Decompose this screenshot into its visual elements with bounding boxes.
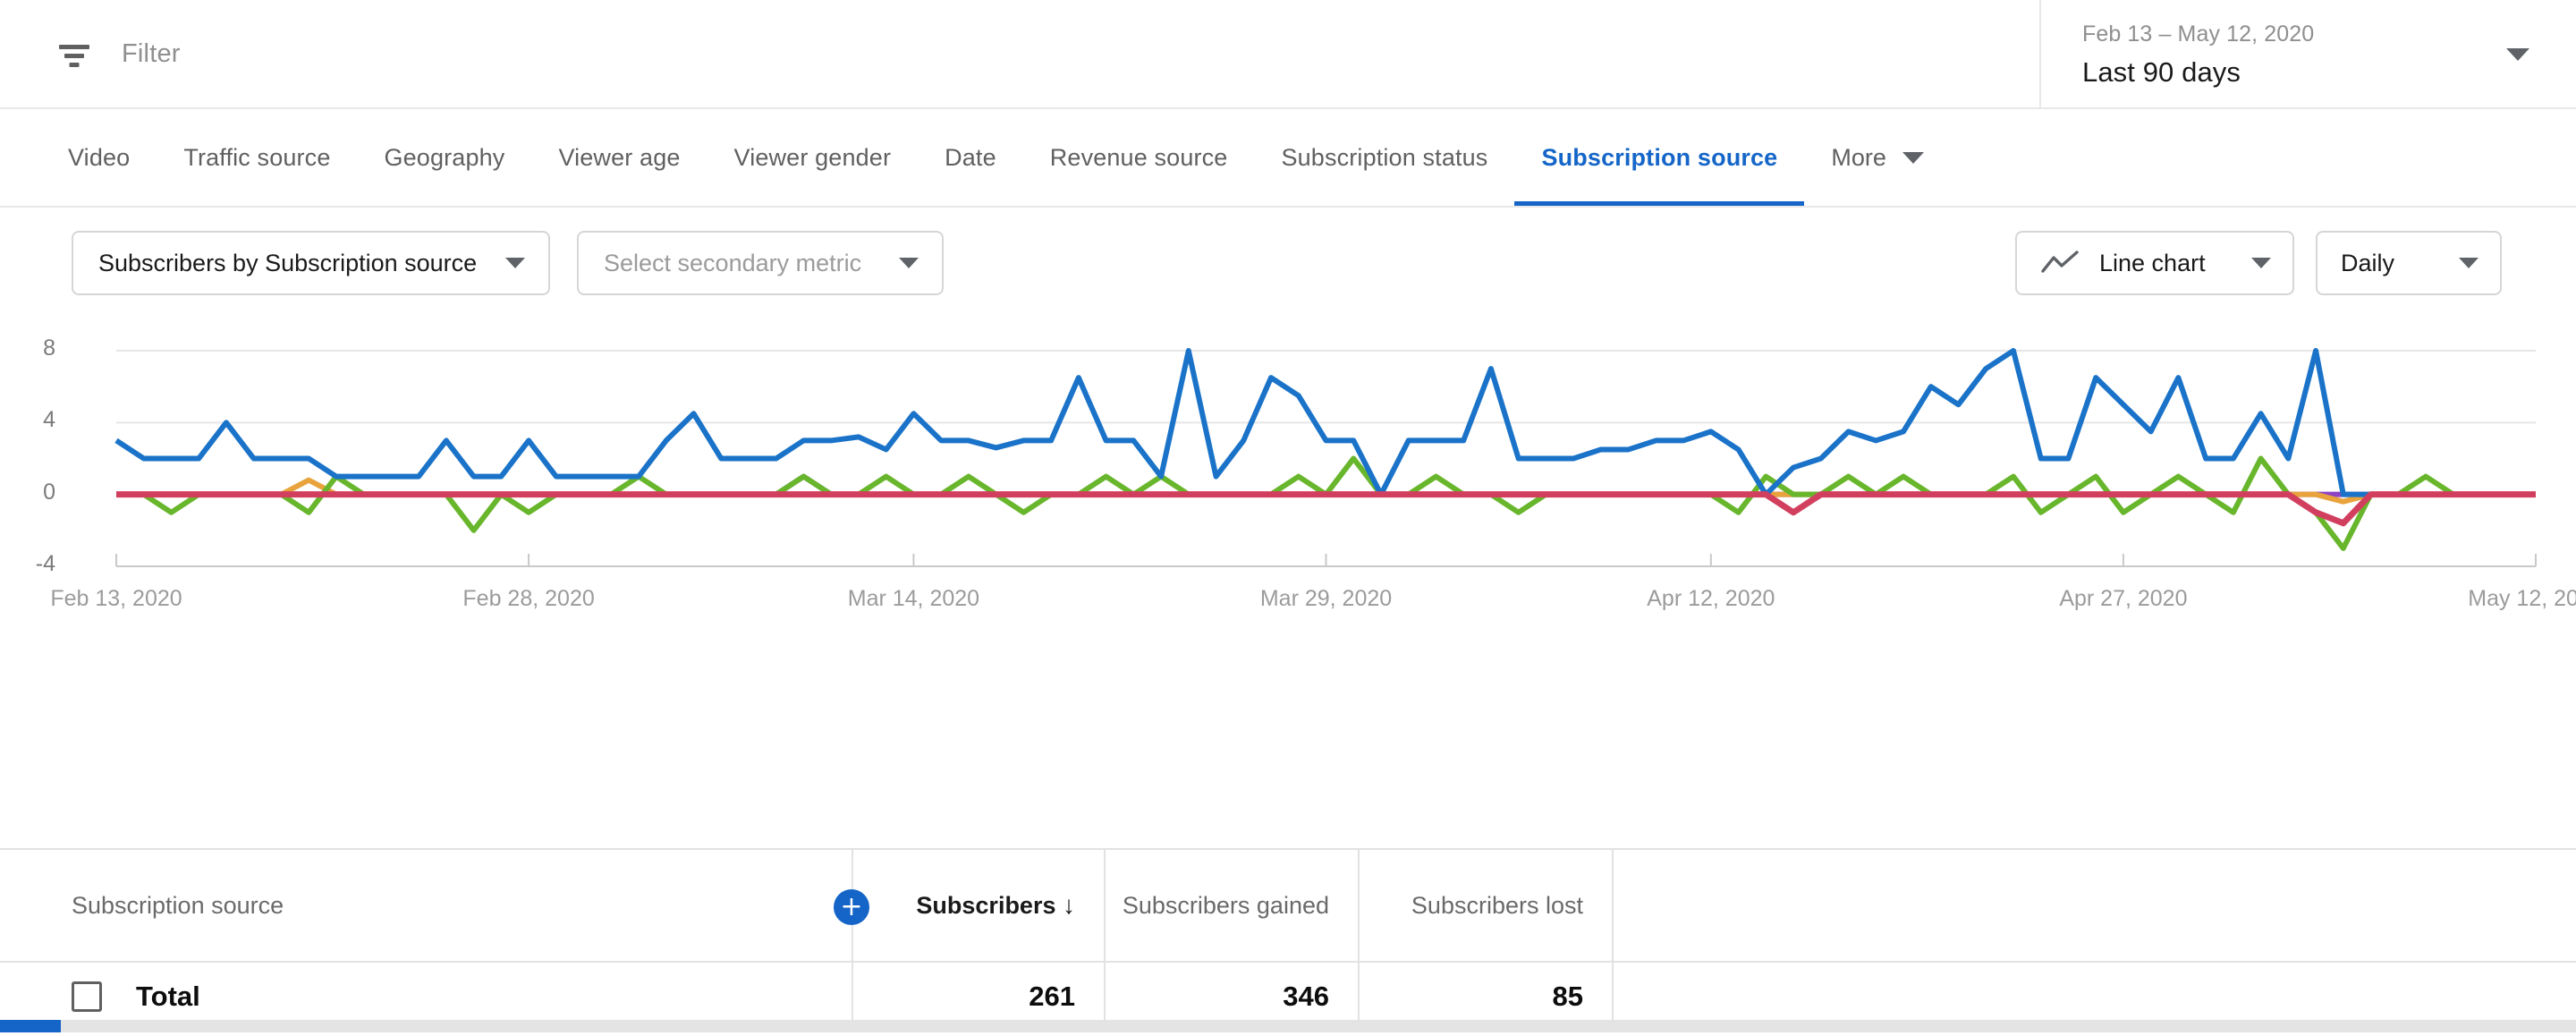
chart-type-label: Line chart <box>2099 249 2206 276</box>
tab-label: Traffic source <box>183 143 331 171</box>
add-column-button[interactable]: + <box>834 889 869 925</box>
column-header-subscribers[interactable]: Subscribers ↓ <box>852 850 1104 961</box>
secondary-metric-select[interactable]: Select secondary metric <box>577 231 944 295</box>
column-header-subscribers-gained[interactable]: Subscribers gained <box>1104 850 1358 961</box>
chart-type-select[interactable]: Line chart <box>2015 231 2294 295</box>
tab-label: Revenue source <box>1049 143 1228 171</box>
interval-label: Daily <box>2341 249 2395 276</box>
chevron-down-icon <box>1902 151 1924 164</box>
more-label: More <box>1831 143 1886 171</box>
chevron-down-icon <box>2251 258 2271 268</box>
date-range-selector[interactable]: Feb 13 – May 12, 2020 Last 90 days <box>2039 0 2576 109</box>
tab-label: Date <box>945 143 996 171</box>
chevron-down-icon <box>2506 48 2529 61</box>
tab-geography[interactable]: Geography <box>357 109 531 206</box>
x-axis-tick-label: Mar 14, 2020 <box>847 586 980 611</box>
tab-label: Subscription status <box>1281 143 1488 171</box>
column-label: Subscribers lost <box>1411 891 1583 919</box>
more-tabs-button[interactable]: More <box>1804 109 1951 206</box>
row-label: Total <box>136 981 200 1012</box>
dimension-tab-bar: Video Traffic source Geography Viewer ag… <box>0 109 2576 208</box>
column-header-subscription-source[interactable]: Subscription source <box>0 850 852 961</box>
date-preset-text: Last 90 days <box>2082 55 2241 88</box>
date-range-text: Feb 13 – May 12, 2020 <box>2082 21 2315 47</box>
scrollbar-thumb[interactable] <box>0 1020 61 1032</box>
chevron-down-icon <box>899 258 919 268</box>
horizontal-scrollbar[interactable] <box>0 1020 2576 1032</box>
row-checkbox[interactable] <box>72 981 102 1012</box>
x-axis-tick-label: Feb 13, 2020 <box>50 586 182 611</box>
y-axis-tick-label: 0 <box>43 479 55 505</box>
y-axis-tick-label: -4 <box>35 551 55 576</box>
x-axis-tick-label: Mar 29, 2020 <box>1259 586 1393 611</box>
chart-controls-row: Subscribers by Subscription source Selec… <box>0 208 2576 319</box>
filter-input[interactable]: Filter <box>122 39 181 69</box>
column-label: Subscription source <box>72 891 284 919</box>
series-line <box>116 455 2536 551</box>
tab-subscription-source[interactable]: Subscription source <box>1514 109 1805 206</box>
y-axis-tick-label: 8 <box>43 335 55 361</box>
line-chart-icon <box>2041 251 2079 273</box>
chart-area <box>0 319 2576 615</box>
x-axis-tick-label: May 12, 2020 <box>2468 586 2576 611</box>
tab-date[interactable]: Date <box>918 109 1023 206</box>
tab-viewer-gender[interactable]: Viewer gender <box>708 109 919 206</box>
column-header-subscribers-lost[interactable]: Subscribers lost <box>1358 850 1612 961</box>
column-label: Subscribers <box>916 891 1056 919</box>
chevron-down-icon <box>505 258 525 268</box>
tab-video[interactable]: Video <box>41 109 157 206</box>
x-axis-tick-label: Apr 12, 2020 <box>1647 586 1775 611</box>
filter-control[interactable]: Filter <box>0 0 181 107</box>
tab-traffic-source[interactable]: Traffic source <box>157 109 357 206</box>
tab-label: Video <box>68 143 131 171</box>
subscribers-line-chart <box>114 348 2537 567</box>
tab-revenue-source[interactable]: Revenue source <box>1023 109 1255 206</box>
primary-metric-label: Subscribers by Subscription source <box>98 249 478 276</box>
y-axis-tick-label: 4 <box>43 407 55 433</box>
primary-metric-select[interactable]: Subscribers by Subscription source <box>72 231 550 295</box>
x-axis-tick-label: Feb 28, 2020 <box>462 586 595 611</box>
sort-descending-icon: ↓ <box>1063 890 1075 919</box>
table-header-row: Subscription source Subscribers ↓ Subscr… <box>0 848 2576 963</box>
tab-viewer-age[interactable]: Viewer age <box>531 109 707 206</box>
tab-label: Geography <box>384 143 505 171</box>
filter-icon <box>55 35 93 72</box>
tab-label: Viewer age <box>558 143 681 171</box>
secondary-metric-label: Select secondary metric <box>604 249 862 276</box>
top-filter-bar: Filter Feb 13 – May 12, 2020 Last 90 day… <box>0 0 2576 109</box>
metrics-table: Subscription source Subscribers ↓ Subscr… <box>0 848 2576 1032</box>
tab-label: Subscription source <box>1541 143 1778 171</box>
column-header-empty <box>1612 850 2576 961</box>
tab-label: Viewer gender <box>733 143 892 171</box>
chevron-down-icon <box>2459 258 2479 268</box>
x-axis-tick-label: Apr 27, 2020 <box>2059 586 2188 611</box>
column-label: Subscribers gained <box>1122 891 1329 919</box>
analytics-page: Filter Feb 13 – May 12, 2020 Last 90 day… <box>0 0 2576 1036</box>
interval-select[interactable]: Daily <box>2316 231 2502 295</box>
tab-subscription-status[interactable]: Subscription status <box>1254 109 1514 206</box>
